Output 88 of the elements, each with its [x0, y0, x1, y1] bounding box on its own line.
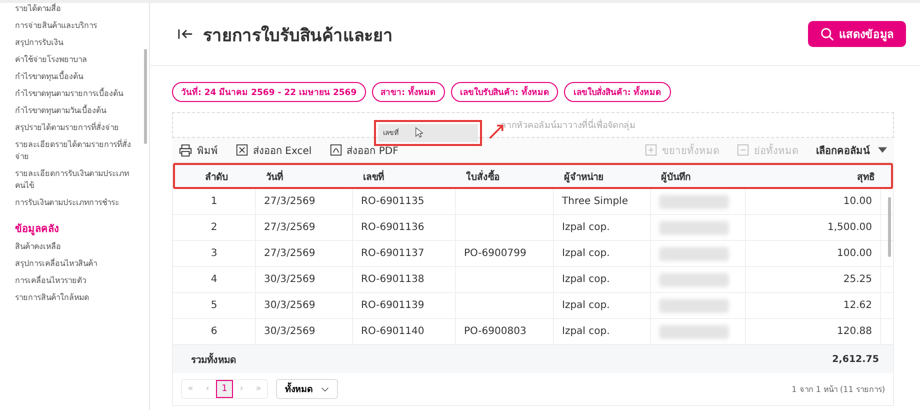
total-label: รวมทั้งหมด: [191, 352, 236, 366]
column-header[interactable]: วันที่: [258, 168, 355, 184]
show-data-button[interactable]: แสดงข้อมูล: [808, 21, 906, 47]
table-cell: 27/3/2569: [264, 248, 316, 259]
chevron-down-icon: [321, 386, 329, 392]
table-cell: 10.00: [843, 196, 872, 207]
sidebar-item[interactable]: รายการสินค้าใกล้หมด: [15, 292, 141, 304]
table-cell: Izpal cop.: [562, 248, 610, 259]
column-chooser-dropdown[interactable]: เลือกคอลัมน์: [809, 142, 894, 158]
filter-chip[interactable]: เลขใบรับสินค้า: ทั้งหมด: [450, 82, 558, 102]
table-cell: PO-6900803: [464, 326, 526, 337]
search-icon: [820, 27, 834, 41]
table-cell: Three Simple: [562, 196, 628, 207]
sidebar-item[interactable]: กำไรขาดทุนตามวันเบื้องต้น: [15, 105, 141, 117]
table-cell: 2: [210, 222, 218, 233]
column-header[interactable]: ใบสั่งซื้อ: [458, 168, 556, 184]
table-cell: 25.25: [843, 274, 872, 285]
sidebar-item[interactable]: สรุปการเคลื่อนไหวสินค้า: [15, 258, 141, 270]
table-cell: 6: [210, 326, 218, 337]
excel-button[interactable]: ส่งออก Excel: [229, 142, 319, 158]
table-cell: RO-6901138: [361, 274, 424, 285]
redacted-name: [659, 194, 729, 208]
cursor-icon: [415, 127, 423, 138]
column-header[interactable]: ลำดับ: [175, 168, 258, 184]
sidebar-item[interactable]: การเคลื่อนไหวรายตัว: [15, 275, 141, 287]
plus-square-icon: [645, 144, 657, 156]
table-cell: RO-6901139: [361, 300, 424, 311]
sidebar-item[interactable]: รายได้ตามสื่อ: [15, 3, 141, 15]
file-icon: [330, 144, 342, 156]
table-cell: 30/3/2569: [264, 300, 316, 311]
table-cell: 3: [210, 248, 218, 259]
column-header[interactable]: ผู้บันทึก: [653, 168, 748, 184]
sidebar-item[interactable]: สรุปการรับเงิน: [15, 37, 141, 49]
sidebar-item[interactable]: รายละเอียดการรับเงินตามประเภทคนไข้: [15, 168, 141, 192]
table-cell: 4: [210, 274, 218, 285]
table-cell: RO-6901140: [361, 326, 424, 337]
sidebar-item[interactable]: สินค้าคงเหลือ: [15, 241, 141, 253]
filter-chip[interactable]: วันที่: 24 มีนาคม 2569 - 22 เมษายน 2569: [172, 82, 366, 102]
table-cell: RO-6901135: [361, 196, 424, 207]
redacted-name: [659, 220, 729, 234]
back-arrow-icon[interactable]: [178, 28, 193, 40]
table-cell: Izpal cop.: [562, 274, 610, 285]
table-cell: 120.88: [837, 326, 872, 337]
page-title: รายการใบรับสินค้าและยา: [203, 24, 394, 48]
filter-chip[interactable]: เลขใบสั่งสินค้า: ทั้งหมด: [564, 82, 671, 102]
redacted-name: [659, 246, 729, 260]
column-header[interactable]: ผู้จำหน่าย: [556, 168, 653, 184]
print-button[interactable]: พิมพ์: [172, 142, 225, 158]
sidebar-item[interactable]: การจ่ายสินค้าและบริการ: [15, 20, 141, 32]
table-cell: Izpal cop.: [562, 326, 610, 337]
table-cell: 1,500.00: [827, 222, 872, 233]
redacted-name: [659, 298, 729, 312]
table-cell: PO-6900799: [464, 248, 526, 259]
table-cell: 27/3/2569: [264, 222, 316, 233]
column-header[interactable]: เลขที่: [355, 168, 458, 184]
sidebar-heading: ข้อมูลคลัง: [15, 224, 60, 236]
table-cell: 12.62: [843, 300, 872, 311]
page-button[interactable]: 1: [216, 380, 233, 398]
table-cell: 5: [210, 300, 218, 311]
page-size-dropdown[interactable]: ทั้งหมด: [276, 379, 338, 399]
table-cell: RO-6901136: [361, 222, 424, 233]
table-cell: Izpal cop.: [562, 222, 610, 233]
sidebar-item[interactable]: กำไรขาดทุนเบื้องต้น: [15, 71, 141, 83]
printer-icon: [179, 144, 192, 156]
page-summary: 1 จาก 1 หน้า (11 รายการ): [792, 384, 885, 396]
scrollbar-thumb[interactable]: [888, 197, 891, 257]
pdf-button[interactable]: ส่งออก PDF: [322, 142, 406, 158]
sidebar-item[interactable]: ค่าใช้จ่ายโรงพยาบาล: [15, 54, 141, 66]
table-cell: RO-6901137: [361, 248, 424, 259]
sidebar-item[interactable]: กำไรขาดทุนตามรายการเบื้องต้น: [15, 88, 141, 100]
minus-square-icon: [737, 144, 749, 156]
sidebar-item[interactable]: สรุปรายได้ตามรายการที่สั่งจ่าย: [15, 122, 141, 134]
caret-icon: [878, 147, 887, 153]
total-value: 2,612.75: [832, 354, 879, 364]
table-cell: 27/3/2569: [264, 196, 316, 207]
sidebar-item[interactable]: การรับเงินตามประเภทการชำระ: [15, 197, 141, 209]
redacted-name: [659, 324, 729, 338]
redacted-name: [659, 272, 729, 286]
scrollbar-thumb[interactable]: [144, 49, 147, 144]
table-cell: Izpal cop.: [562, 300, 610, 311]
table-cell: 30/3/2569: [264, 274, 316, 285]
file-icon: [236, 144, 248, 156]
table-cell: 30/3/2569: [264, 326, 316, 337]
table-cell: 100.00: [837, 248, 872, 259]
column-header[interactable]: สุทธิ: [748, 168, 883, 184]
filter-chip[interactable]: สาขา: ทั้งหมด: [372, 82, 445, 102]
table-cell: 1: [210, 196, 218, 207]
sidebar-item[interactable]: รายละเอียดรายได้ตามรายการที่สั่งจ่าย: [15, 139, 141, 163]
